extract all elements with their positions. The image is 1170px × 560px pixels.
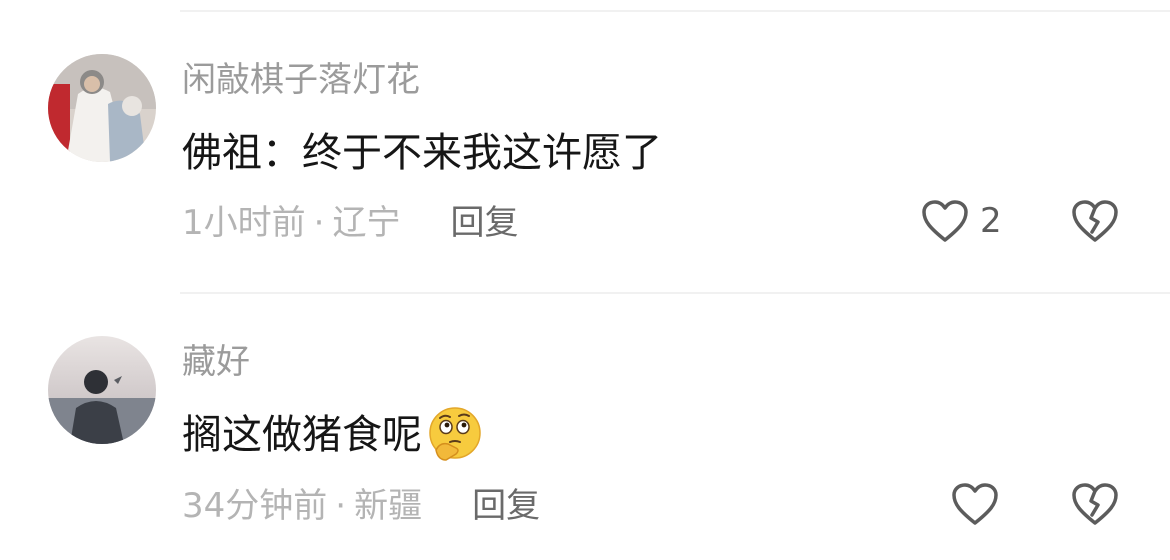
comment-text-content: 搁这做猪食呢	[182, 412, 422, 458]
comment-location: 辽宁	[332, 203, 401, 243]
heart-outline-icon	[952, 483, 998, 525]
comment-time: 34分钟前	[182, 486, 328, 526]
heart-outline-icon	[922, 200, 968, 242]
comment-text: 佛祖：终于不来我这许愿了	[182, 128, 662, 178]
avatar[interactable]	[48, 336, 156, 444]
meta-separator: ·	[313, 203, 325, 243]
like-count: 2	[980, 201, 1002, 241]
broken-heart-icon	[1072, 200, 1118, 242]
like-button[interactable]: 2	[920, 198, 1002, 244]
avatar[interactable]	[48, 54, 156, 162]
comment-divider	[180, 292, 1170, 294]
reply-button[interactable]: 回复	[472, 486, 540, 526]
comment-text: 搁这做猪食呢	[182, 406, 484, 464]
comment-location: 新疆	[354, 486, 423, 526]
username[interactable]: 闲敲棋子落灯花	[182, 60, 420, 100]
broken-heart-icon	[1072, 483, 1118, 525]
comment-meta: 34分钟前 · 新疆 回复	[182, 486, 540, 526]
comment-divider	[180, 10, 1170, 12]
comment-meta: 1小时前 · 辽宁 回复	[182, 203, 518, 243]
dislike-button[interactable]	[1070, 198, 1120, 248]
like-button[interactable]	[950, 481, 1000, 527]
username[interactable]: 藏好	[182, 342, 250, 382]
dislike-button[interactable]	[1070, 481, 1120, 531]
reply-button[interactable]: 回复	[450, 203, 518, 243]
thinking-face-emoji	[429, 407, 481, 461]
meta-separator: ·	[335, 486, 347, 526]
comment-text-content: 佛祖：终于不来我这许愿了	[182, 130, 662, 176]
comment-time: 1小时前	[182, 203, 306, 243]
